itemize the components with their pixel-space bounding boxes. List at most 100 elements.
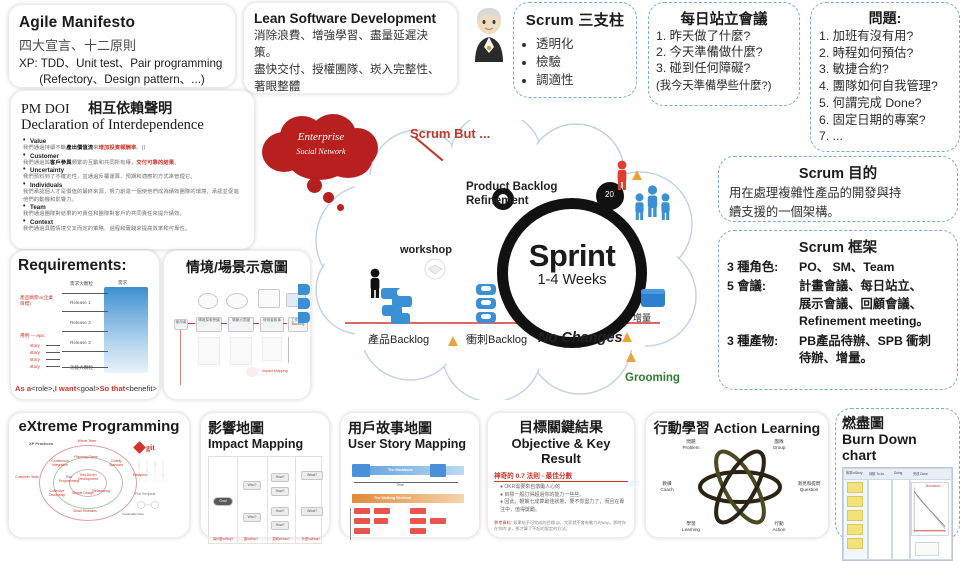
no-changes-label: No Changes <box>538 330 623 346</box>
im-col-label: 誰\nWho? <box>243 537 259 541</box>
okr-bullet: ● 目標一般訂得超過你的能力一些些。 <box>500 491 585 498</box>
card-scrum-framework: Scrum 框架 3 種角色: PO、 SM、Team 5 會議: 計畫會議、每日站立… <box>718 230 958 390</box>
okr-bullet: ● OKR需要來自激勵人心的 <box>500 484 561 490</box>
scenario-figure: 使用者 情境探索會議 場景示意圖 使用者故事 工作項目 Backlog Impa… <box>170 285 308 390</box>
enterprise-label-1: Enterprise <box>297 131 345 143</box>
pillars-title: Scrum 三支柱 <box>525 12 625 29</box>
warning-triangle-icon <box>622 332 632 342</box>
card-burndown-chart: 燃盡圖 Burn Down chart 故事\nStory 待辦 To do D… <box>835 408 960 561</box>
okr-footnote-text: 如果給予可完成的目標 gt，大家就不會有動力的way。那時你在你的 gt，那才算… <box>494 520 626 531</box>
product-backlog-refinement-label: Product Backlog Refinement <box>466 180 557 209</box>
impact-mapping-title-zh: 影響地圖 <box>208 420 264 436</box>
requirements-bottom-label: 功能大顆粒 <box>70 365 93 371</box>
sprint-backlog-blocks <box>474 282 498 331</box>
usm-time-label: Time <box>396 483 404 487</box>
daily-note: (我今天準備學些什麼?) <box>656 79 772 92</box>
requirements-right-label: 需求 <box>118 280 128 285</box>
al-label-group: 團隊 Group <box>772 439 786 450</box>
pillars-list: 透明化 檢驗 調適性 <box>536 35 628 89</box>
daily-question: 3. 碰到任何障礙? <box>656 60 751 75</box>
daily-question: 1. 昨天做了什麼? <box>656 29 751 43</box>
release-label: Release 1 <box>70 300 91 305</box>
tpl-benefit: <benefit> <box>125 384 157 393</box>
okr-subhead: 神奇的 0.7 法則 - 最佳分數 <box>494 473 573 480</box>
card-agile-manifesto: Agile Manifesto 四大宣言、十二原則 XP: TDD、Unit t… <box>8 4 236 88</box>
scenario-tail-label: Impact Mapping <box>262 369 288 373</box>
release-label: Release 3 <box>70 340 91 345</box>
product-backlog-label: 產品Backlog <box>368 334 430 346</box>
xp-practice: Simple Design <box>72 491 94 495</box>
doi-bullet-term: Customer <box>23 152 244 160</box>
agile-line2: (Refectory、Design pattern、...) <box>39 73 205 87</box>
usm-backbone-label: The Backbone <box>388 468 413 472</box>
agile-subtitle: 四大宣言、十二原則 <box>19 38 137 53</box>
im-node-what: What? <box>301 471 323 480</box>
impact-mapping-figure: Goal Who? Who? How? How? How? How? What?… <box>208 456 323 544</box>
okr-divider <box>494 481 628 482</box>
framework-row: 3 種角色: PO、 SM、Team <box>727 259 949 276</box>
bd-col-label: Doing <box>894 471 903 475</box>
sprint-number: 20 <box>605 190 614 199</box>
issue-item: 6. 固定日期的專案? <box>819 112 926 127</box>
im-col-label: 為什麼\nWhy? <box>212 537 234 541</box>
xp-practice: Small Releases <box>73 509 97 513</box>
tpl-as-a: As a <box>15 384 32 393</box>
pillar-item: 檢驗 <box>536 53 628 71</box>
card-impact-mapping: 影響地圖 Impact Mapping Goal Who? Who? How? … <box>200 412 330 544</box>
person-icon-blue <box>659 193 672 225</box>
lean-title: Lean Software Development <box>254 11 437 26</box>
usm-skeleton-label: The Walking Skeleton <box>374 496 412 500</box>
framework-row-key: 3 種產物: <box>727 333 779 348</box>
workshop-label: workshop <box>400 244 452 256</box>
xp-practice: Customer Tests <box>15 475 39 479</box>
framework-row-value: 計畫會議、每日站立、 <box>799 279 922 294</box>
tpl-i-want: ,I want <box>52 384 77 393</box>
tpl-goal: <goal> <box>76 384 100 393</box>
requirements-top-label: 需求大顆粒 <box>70 281 93 286</box>
story-item: story <box>30 364 40 369</box>
al-label-coach: 教練 Coach <box>660 481 674 492</box>
daily-question: 2. 今天準備做什麼? <box>656 44 763 59</box>
doi-bullet-desc: 我們承認個人才是價值的最終來源，努力創造一個使他們成為績效團隊的環境，承認並促進… <box>23 189 239 203</box>
issue-item: 1. 加班有沒有用? <box>819 29 914 43</box>
scrum-overview-board: Agile Manifesto 四大宣言、十二原則 XP: TDD、Unit t… <box>0 0 965 561</box>
scenario-node: 場景示意圖 <box>228 317 254 332</box>
framework-row-value: PB產品待辦、SPB 衝刺 <box>799 333 931 348</box>
warning-triangle-icon <box>632 170 642 180</box>
thought-dot <box>337 204 344 211</box>
requirements-vision-note: 產品願景\n(企業目標) <box>20 295 53 306</box>
xp-fig-title: XP Practices <box>29 441 54 446</box>
doi-bullet-term: Value <box>23 137 244 145</box>
requirements-figure: 需求大顆粒 功能大顆粒 需求 Release 1 Release 2 Relea… <box>18 280 152 373</box>
al-label-action: 行動 Action <box>772 521 786 532</box>
tpl-so-that: So that <box>99 384 126 393</box>
card-daily-standup: 每日站立會議 1. 昨天做了什麼? 2. 今天準備做什麼? 3. 碰到任何障礙?… <box>648 2 800 106</box>
im-node-how: How? <box>271 473 289 482</box>
sprint-backlog-label: 衝刺Backlog <box>466 334 528 346</box>
scenario-title: 情境/場景示意圖 <box>186 259 288 275</box>
al-label-problem: 問題 Problem <box>682 439 700 450</box>
git-label: git <box>146 443 155 452</box>
doi-bullet-term: Uncertainty <box>23 166 244 174</box>
issue-item: 5. 何謂完成 Done? <box>819 95 922 110</box>
user-story-template: As a<role>,I want<goal>So that<benefit> <box>15 384 157 393</box>
pbr-line-2: Refinement <box>466 195 529 208</box>
issue-item: 7. ... <box>819 129 843 144</box>
scenario-node: 使用者 <box>174 319 188 330</box>
increment-block <box>640 286 666 315</box>
okr-title-zh: 目標關鍵結果 <box>519 419 603 435</box>
doi-title-en: Declaration of Interdependence <box>21 117 204 133</box>
doi-bullet-term: Individuals <box>23 181 244 189</box>
okr-title-en: Objective & Key Result <box>511 436 611 466</box>
burndown-figure: 故事\nStory 待辦 To do Doing 完成 Done Burndow… <box>842 467 953 561</box>
im-node-how: How? <box>271 521 289 530</box>
bd-col-label: 故事\nStory <box>846 471 863 475</box>
story-item: story <box>30 343 40 348</box>
xp-practice: Coding Standard <box>109 459 123 468</box>
pull-request-label: Pull Request <box>135 492 156 496</box>
purpose-line2: 續支援的一個架構。 <box>729 204 840 219</box>
issue-item: 2. 時程如何預估? <box>819 45 914 60</box>
presenter-avatar-icon <box>465 6 513 62</box>
card-scenario-map: 情境/場景示意圖 使用者 情境探索會議 場景示意圖 使用者故事 工作項目 Bac… <box>163 250 311 400</box>
pbr-line-1: Product Backlog <box>466 181 558 193</box>
